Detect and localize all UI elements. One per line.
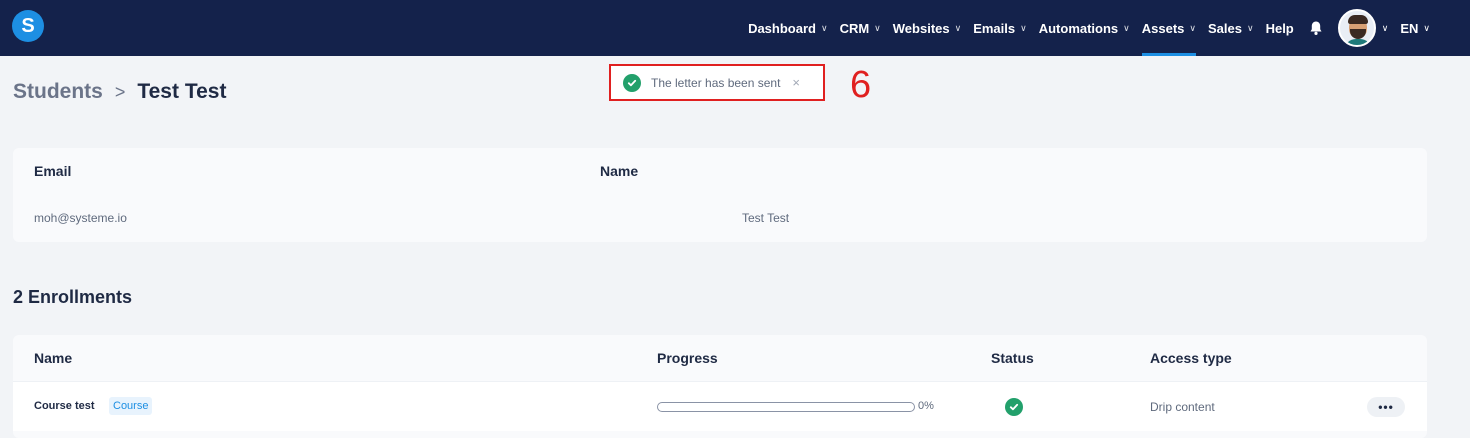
nav-label: Dashboard [748, 20, 816, 36]
column-header-name: Name [600, 163, 639, 179]
nav-item-crm[interactable]: CRM ∨ [840, 0, 881, 56]
breadcrumb-students-link[interactable]: Students [13, 80, 103, 104]
nav-item-assets[interactable]: Assets ∨ [1141, 0, 1197, 56]
nav-item-help[interactable]: Help [1266, 0, 1294, 56]
column-header-email: Email [34, 163, 72, 179]
language-selector[interactable]: EN ∨ [1400, 21, 1430, 36]
close-icon[interactable]: × [792, 75, 800, 90]
chevron-down-icon: ∨ [1423, 22, 1430, 33]
bell-icon[interactable] [1308, 20, 1324, 36]
step-annotation: 6 [850, 64, 872, 106]
systeme-logo[interactable]: S [12, 10, 44, 42]
course-name[interactable]: Course test [34, 400, 95, 412]
chevron-down-icon: ∨ [1020, 22, 1027, 33]
toast-message: The letter has been sent [651, 75, 781, 90]
access-type-value: Drip content [1150, 400, 1215, 414]
user-avatar[interactable] [1337, 9, 1376, 47]
nav-item-dashboard[interactable]: Dashboard ∨ [748, 0, 828, 56]
student-name: Test Test [742, 211, 790, 225]
progress-bar [657, 402, 915, 412]
breadcrumb-separator: > [114, 81, 126, 102]
nav-label: Assets [1141, 20, 1185, 36]
language-label: EN [1400, 20, 1419, 36]
check-circle-icon [623, 73, 641, 92]
chevron-down-icon[interactable]: ∨ [1382, 23, 1389, 34]
nav-item-sales[interactable]: Sales ∨ [1208, 0, 1254, 56]
chevron-down-icon: ∨ [1123, 22, 1130, 33]
enrollments-table: Name Progress Status Access type Course … [13, 335, 1427, 438]
chevron-down-icon: ∨ [954, 22, 962, 33]
chevron-down-icon: ∨ [1189, 22, 1196, 33]
nav-label: Sales [1208, 20, 1242, 36]
column-header-progress: Progress [657, 350, 718, 366]
nav-label: Automations [1038, 20, 1119, 36]
nav-label: Help [1265, 20, 1294, 36]
chevron-down-icon: ∨ [820, 22, 828, 33]
nav-item-emails[interactable]: Emails ∨ [973, 0, 1027, 56]
course-type-badge: Course [109, 397, 153, 415]
student-info-card: Email Name moh@systeme.io Test Test [13, 148, 1427, 242]
main-nav: Dashboard ∨ CRM ∨ Websites ∨ Emails ∨ Au… [736, 0, 1430, 56]
nav-label: Emails [973, 20, 1016, 36]
student-email: moh@systeme.io [34, 211, 127, 225]
column-header-access-type: Access type [1150, 350, 1232, 366]
enrollments-title: 2 Enrollments [13, 287, 133, 307]
column-header-status: Status [991, 350, 1034, 366]
progress-percent: 0% [918, 400, 934, 412]
column-header-name: Name [34, 350, 73, 366]
page-title: Test Test [137, 80, 227, 103]
nav-label: Websites [892, 20, 950, 36]
chevron-down-icon: ∨ [874, 22, 881, 33]
chevron-down-icon: ∨ [1246, 22, 1254, 33]
check-circle-icon [1005, 398, 1023, 416]
top-navbar: S Dashboard ∨ CRM ∨ Websites ∨ Emails ∨ … [0, 0, 1470, 56]
more-actions-button[interactable]: ••• [1367, 397, 1405, 417]
table-header: Name Progress Status Access type [13, 335, 1427, 381]
nav-item-automations[interactable]: Automations ∨ [1039, 0, 1130, 56]
breadcrumb: Students > Test Test [13, 80, 226, 104]
table-row: Course test Course 0% Drip content ••• [13, 381, 1427, 431]
nav-label: CRM [839, 20, 870, 36]
nav-item-websites[interactable]: Websites ∨ [893, 0, 961, 56]
success-toast: The letter has been sent × [609, 64, 825, 101]
